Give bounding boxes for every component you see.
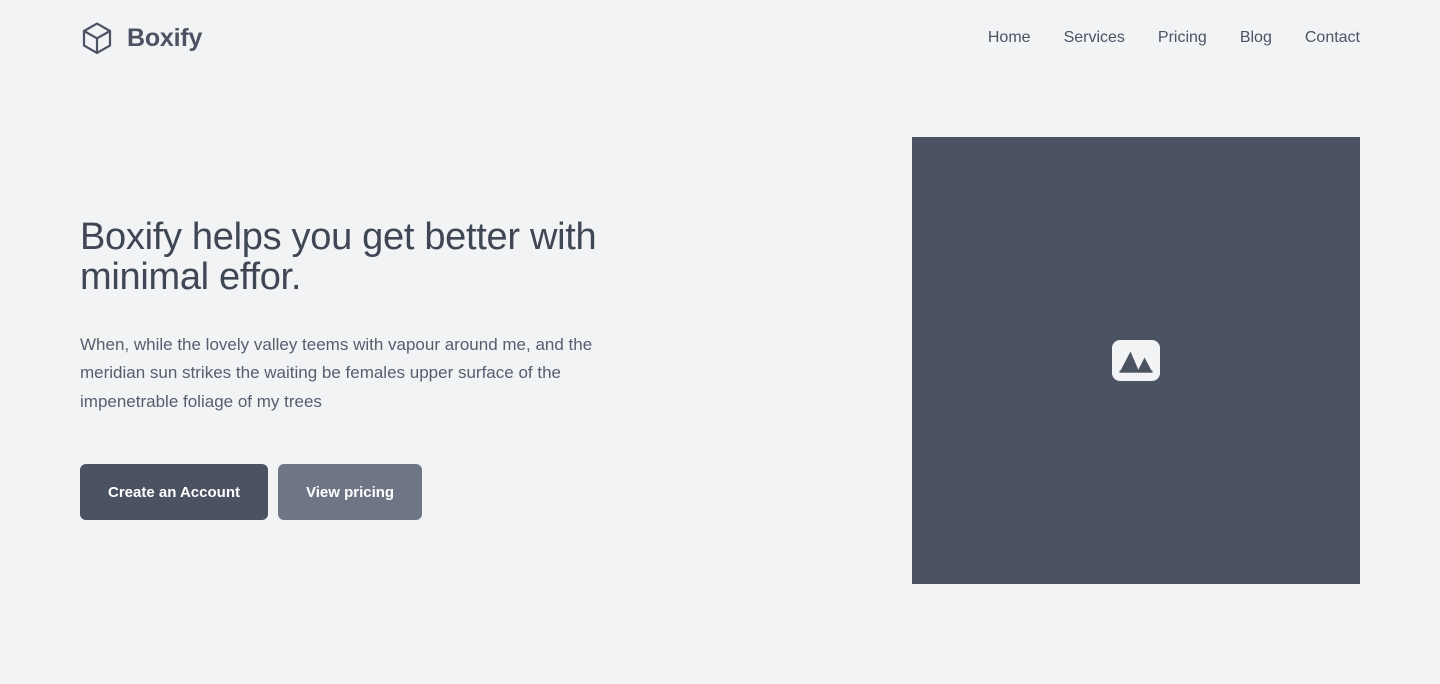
cube-icon [82,22,112,54]
hero-image-placeholder [912,137,1360,584]
view-pricing-button[interactable]: View pricing [277,464,423,521]
create-account-button[interactable]: Create an Account [80,464,268,521]
site-header: Boxify Home Services Pricing Blog Contac… [0,0,1440,76]
hero-subtitle: When, while the lovely valley teems with… [80,334,593,411]
nav-item-contact[interactable]: Contact [1305,30,1360,46]
hero-title: Boxify helps you get better with minimal… [80,216,597,299]
nav-item-home[interactable]: Home [988,30,1031,46]
nav-item-blog[interactable]: Blog [1240,30,1272,46]
brand-logo[interactable]: Boxify [80,21,202,55]
main-navigation: Home Services Pricing Blog Contact [988,30,1360,46]
hero-actions: Create an Account View pricing [80,464,680,521]
brand-name: Boxify [127,23,203,52]
hero-section: Boxify helps you get better with minimal… [0,76,1440,584]
hero-copy: Boxify helps you get better with minimal… [80,137,680,521]
nav-item-services[interactable]: Services [1064,30,1125,46]
image-placeholder-icon [1112,340,1160,381]
nav-item-pricing[interactable]: Pricing [1158,30,1207,46]
